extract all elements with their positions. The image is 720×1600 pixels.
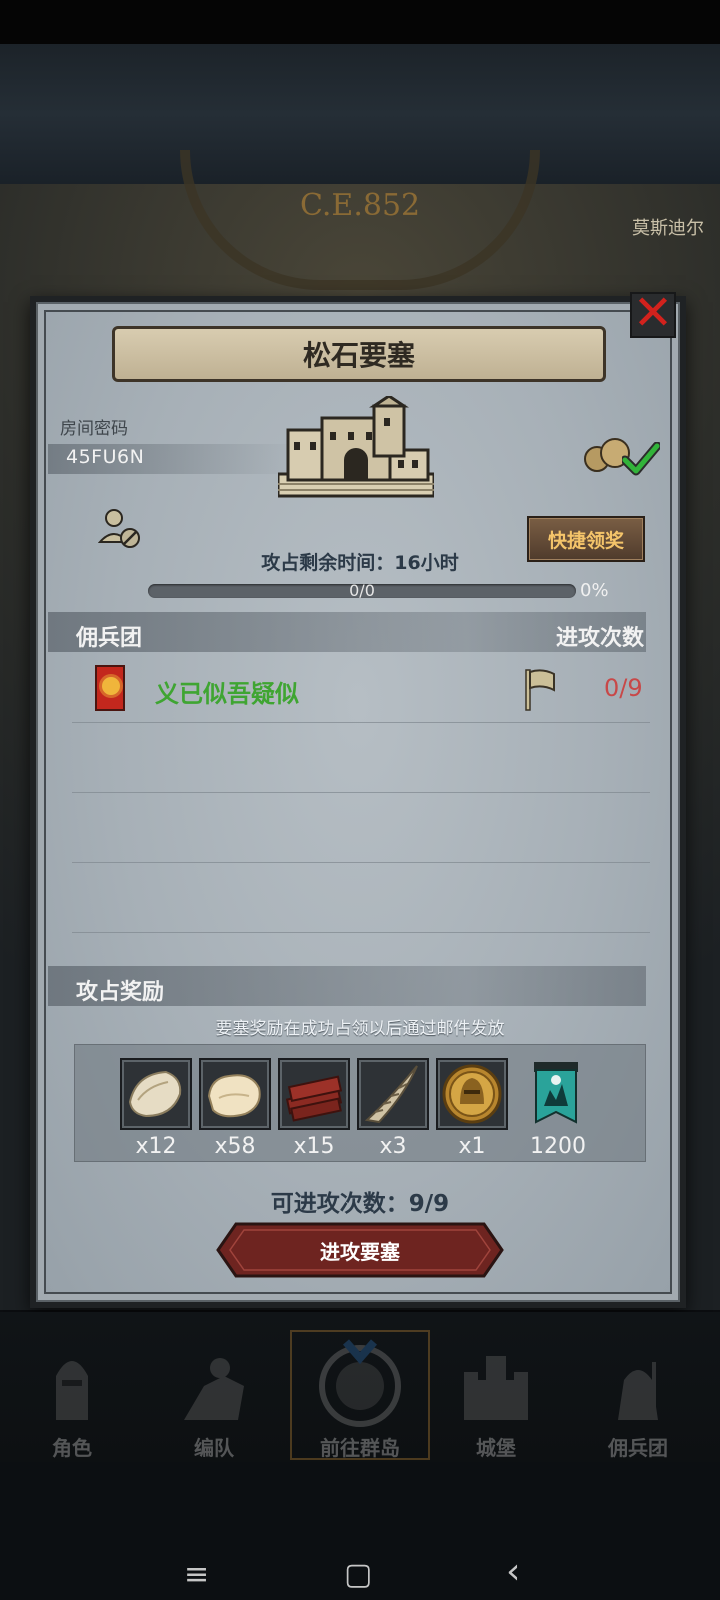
- reward-qty: x58: [214, 1134, 256, 1159]
- title-plate: 松石要塞: [112, 326, 606, 382]
- recents-icon[interactable]: ≡: [184, 1560, 209, 1590]
- castle-icon: [464, 1356, 528, 1420]
- mercenary-icon: [618, 1362, 658, 1420]
- nav-label-castle: 城堡: [476, 1436, 516, 1460]
- reward-item[interactable]: [436, 1058, 508, 1130]
- mercenary-name[interactable]: 义已似吾疑似: [155, 674, 299, 709]
- row-divider: [72, 792, 650, 793]
- attack-fortress-label: 进攻要塞: [320, 1239, 400, 1264]
- knight-helmet-icon: [56, 1361, 88, 1420]
- dialog-title: 松石要塞: [302, 339, 415, 372]
- timber-icon: [285, 1075, 343, 1122]
- flag-icon: [525, 669, 555, 711]
- mercenary-attack-count: 0/9: [604, 674, 643, 702]
- room-code[interactable]: 45FU6N: [66, 446, 144, 468]
- nav-label-formation: 编队: [194, 1436, 234, 1460]
- nav-label-islands: 前往群岛: [320, 1436, 400, 1460]
- reward-item[interactable]: [278, 1058, 350, 1130]
- reward-item[interactable]: [199, 1058, 271, 1130]
- reward-item[interactable]: [532, 1060, 580, 1132]
- guild-banner-icon: [534, 1062, 578, 1124]
- nav-label-mercenary: 佣兵团: [608, 1436, 668, 1460]
- row-divider: [72, 722, 650, 723]
- checkmark-icon: [622, 442, 660, 476]
- reward-note: 要塞奖励在成功占领以后通过邮件发放: [215, 1019, 505, 1039]
- reward-item[interactable]: [120, 1058, 192, 1130]
- reward-qty: x15: [293, 1134, 335, 1159]
- fur-pelt-icon: [128, 1070, 182, 1118]
- region-label: 莫斯迪尔: [632, 218, 704, 239]
- rewards-header: 攻占奖励: [76, 980, 165, 1005]
- row-divider: [72, 862, 650, 863]
- attack-count-header: 进攻次数: [555, 626, 644, 651]
- attack-fortress-button[interactable]: 进攻要塞: [216, 1222, 504, 1278]
- nav-label-character: 角色: [52, 1436, 92, 1460]
- attempts-remaining: 可进攻次数：9/9: [270, 1191, 450, 1217]
- reward-qty: x1: [458, 1134, 486, 1159]
- home-icon[interactable]: ▢: [344, 1560, 372, 1590]
- close-icon: ✕: [632, 285, 674, 341]
- mercenary-header: 佣兵团: [76, 626, 143, 651]
- wool-pelt-icon: [207, 1074, 261, 1118]
- reward-item[interactable]: [357, 1058, 429, 1130]
- horseman-icon: [184, 1358, 244, 1420]
- reward-qty: 1200: [530, 1134, 586, 1159]
- knight-coin-icon: [442, 1064, 502, 1124]
- no-user-icon[interactable]: [98, 508, 142, 550]
- status-bar: [0, 0, 720, 44]
- castle-icon: [278, 396, 434, 498]
- room-code-label: 房间密码: [60, 419, 128, 439]
- progress-text: 0/0: [349, 581, 375, 600]
- occupation-timer: 攻占剩余时间：16小时: [261, 552, 459, 574]
- progress-percent: 0%: [580, 580, 609, 601]
- close-button[interactable]: ✕: [630, 285, 676, 341]
- compass-icon: [319, 1339, 401, 1427]
- era-label: C.E.852: [300, 188, 421, 223]
- back-icon[interactable]: ‹: [506, 1554, 520, 1590]
- reward-qty: x12: [135, 1134, 177, 1159]
- reward-qty: x3: [379, 1134, 407, 1159]
- horn-icon: [364, 1065, 418, 1124]
- sun-banner-icon: [95, 665, 125, 711]
- row-divider: [72, 932, 650, 933]
